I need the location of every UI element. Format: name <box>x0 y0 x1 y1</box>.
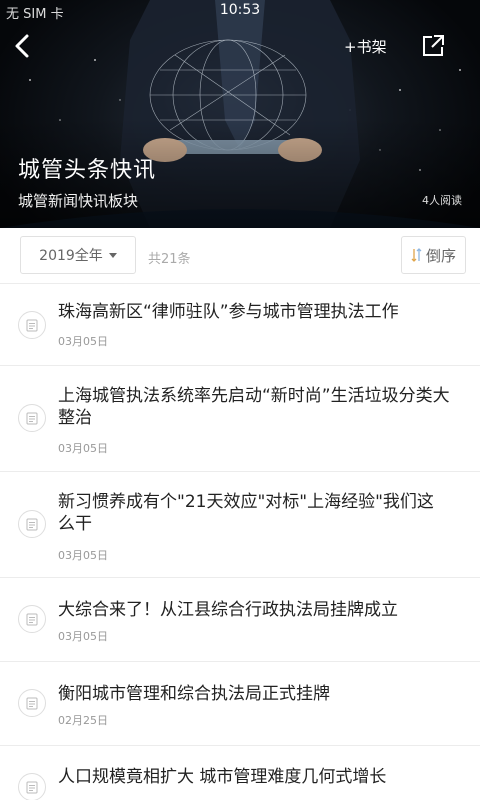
article-item[interactable]: 大综合来了！从江县综合行政执法局挂牌成立 03月05日 <box>0 578 480 662</box>
share-icon <box>423 35 444 56</box>
status-bar: 无 SIM 卡 10:53 <box>0 0 480 22</box>
article-item[interactable]: 人口规模竟相扩大 城市管理难度几何式增长 <box>0 746 480 800</box>
chevron-left-icon <box>15 34 29 58</box>
article-item[interactable]: 上海城管执法系统率先启动“新时尚”生活垃圾分类大整治 03月05日 <box>0 366 480 472</box>
article-date: 03月05日 <box>58 549 108 562</box>
year-dropdown-label: 2019全年 <box>39 248 103 264</box>
article-item[interactable]: 衡阳城市管理和综合执法局正式挂牌 02月25日 <box>0 662 480 746</box>
document-icon <box>18 689 46 717</box>
add-to-shelf-button[interactable]: +书架 <box>344 36 387 57</box>
filter-bar: 2019全年 共21条 倒序 <box>0 228 480 284</box>
article-date: 03月05日 <box>58 335 108 348</box>
article-title: 衡阳城市管理和综合执法局正式挂牌 <box>58 684 330 704</box>
sort-order-button[interactable]: 倒序 <box>401 236 466 274</box>
page-subtitle: 城管新闻快讯板块 <box>18 192 139 210</box>
page-title: 城管头条快讯 <box>18 158 157 183</box>
article-title: 人口规模竟相扩大 城市管理难度几何式增长 <box>58 767 387 787</box>
article-date: 03月05日 <box>58 630 108 643</box>
document-icon <box>18 773 46 800</box>
article-title: 上海城管执法系统率先启动“新时尚”生活垃圾分类大整治 <box>58 386 450 428</box>
article-item[interactable]: 珠海高新区“律师驻队”参与城市管理执法工作 03月05日 <box>0 284 480 366</box>
document-icon <box>18 510 46 538</box>
clock: 10:53 <box>219 2 261 18</box>
header-banner: 无 SIM 卡 10:53 +书架 城管头条快讯 城管新闻快讯板块 4人阅读 <box>0 0 480 228</box>
sort-order-label: 倒序 <box>425 246 456 265</box>
caret-down-icon <box>108 252 117 258</box>
article-count: 共21条 <box>148 252 191 267</box>
document-icon <box>18 605 46 633</box>
article-title: 新习惯养成有个"21天效应"对标"上海经验"我们这么干 <box>58 492 434 534</box>
article-item[interactable]: 新习惯养成有个"21天效应"对标"上海经验"我们这么干 03月05日 <box>0 472 480 578</box>
share-button[interactable] <box>420 33 446 59</box>
year-dropdown[interactable]: 2019全年 <box>20 236 136 274</box>
sort-arrows-icon <box>411 247 423 263</box>
article-date: 02月25日 <box>58 714 108 727</box>
article-title: 珠海高新区“律师驻队”参与城市管理执法工作 <box>58 302 399 322</box>
document-icon <box>18 311 46 339</box>
article-date: 03月05日 <box>58 442 108 455</box>
back-button[interactable] <box>8 30 38 62</box>
document-icon <box>18 404 46 432</box>
article-title: 大综合来了！从江县综合行政执法局挂牌成立 <box>58 600 398 620</box>
reader-count: 4人阅读 <box>422 194 462 207</box>
